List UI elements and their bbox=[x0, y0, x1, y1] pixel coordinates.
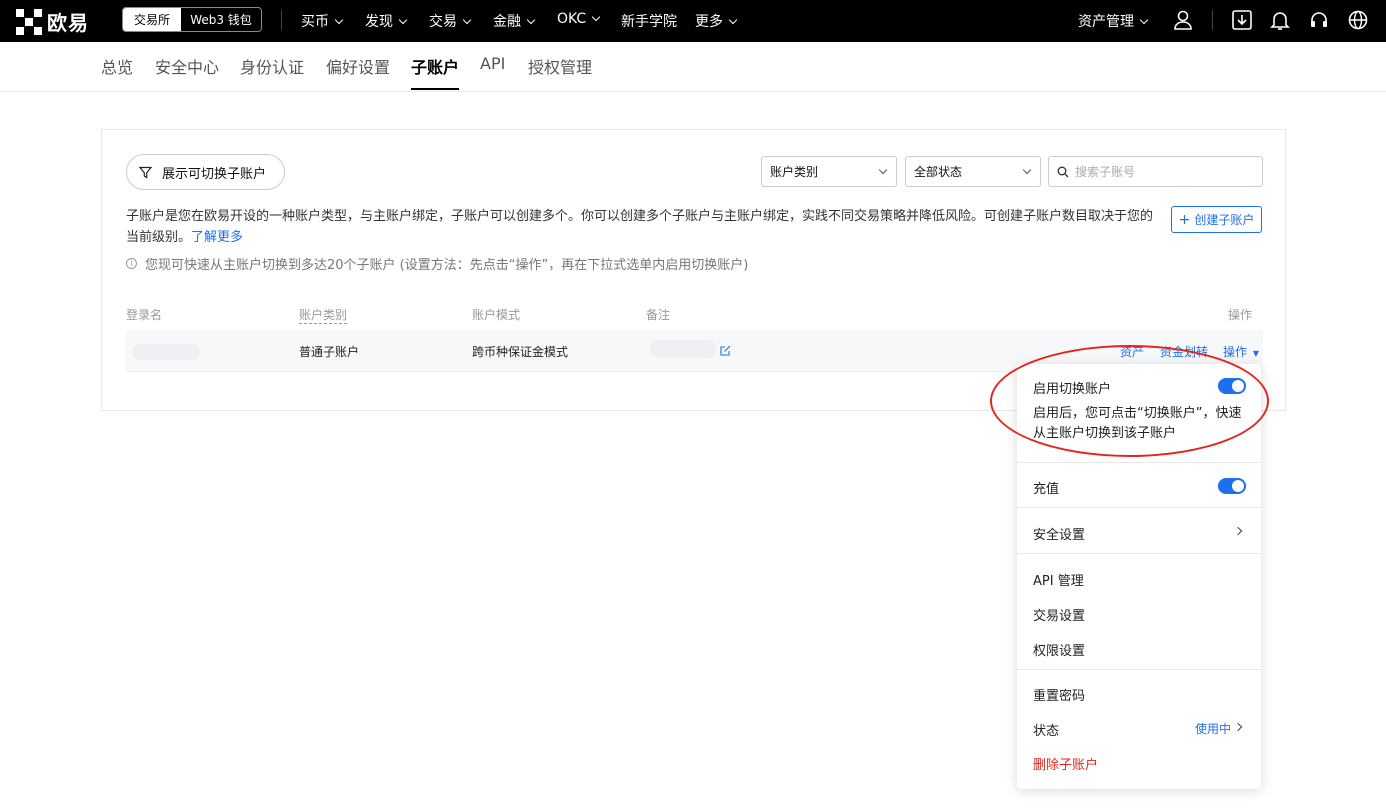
download-icon[interactable] bbox=[1231, 9, 1253, 31]
account-type-select[interactable]: 账户类别 bbox=[761, 156, 897, 187]
menu-separator bbox=[1017, 669, 1261, 670]
chevron-down-icon bbox=[1022, 165, 1032, 175]
info-icon: i bbox=[126, 258, 137, 269]
search-input[interactable] bbox=[1075, 164, 1255, 179]
exchange-switch-button[interactable]: 交易所 bbox=[123, 8, 181, 31]
nav-item-more[interactable]: 更多 bbox=[695, 11, 738, 31]
actions-menu-trigger[interactable]: 操作 ▼ bbox=[1223, 343, 1259, 360]
redacted-note bbox=[650, 340, 716, 358]
top-nav: 欧易 交易所 Web3 钱包 买币 发现 交易 金融 OKC 新手学院 更多 资… bbox=[0, 0, 1386, 42]
filter-label: 展示可切换子账户 bbox=[162, 166, 267, 182]
filter-icon bbox=[139, 166, 152, 179]
header-login-name: 登录名 bbox=[126, 308, 163, 322]
account-type-value: 账户类别 bbox=[770, 165, 819, 179]
tab-identity[interactable]: 身份认证 bbox=[240, 54, 304, 90]
search-icon bbox=[1057, 166, 1069, 177]
chevron-down-icon bbox=[462, 15, 472, 25]
chevron-down-icon bbox=[334, 15, 344, 25]
nav-item-finance[interactable]: 金融 bbox=[493, 11, 536, 31]
tip-text: 您现可快速从主账户切换到多达20个子账户 (设置方法：先点击“操作”，再在下拉式… bbox=[145, 258, 749, 273]
switch-tip: i 您现可快速从主账户切换到多达20个子账户 (设置方法：先点击“操作”，再在下… bbox=[126, 254, 748, 273]
nav-item-academy[interactable]: 新手学院 bbox=[621, 11, 677, 31]
mode-switcher: 交易所 Web3 钱包 bbox=[122, 7, 262, 32]
description: 子账户是您在欧易开设的一种账户类型，与主账户绑定，子账户可以创建多个。你可以创建… bbox=[126, 206, 1156, 248]
chevron-right-icon bbox=[1233, 526, 1243, 536]
chevron-down-icon bbox=[728, 15, 738, 25]
show-switchable-button[interactable]: 展示可切换子账户 bbox=[126, 154, 285, 190]
chevron-down-icon bbox=[878, 165, 888, 175]
plus-icon: + bbox=[1178, 211, 1191, 228]
status-value[interactable]: 使用中 bbox=[1195, 720, 1231, 737]
menu-item-reset-password[interactable]: 重置密码 bbox=[1033, 685, 1085, 704]
enable-switch-toggle[interactable] bbox=[1218, 378, 1246, 394]
tab-overview[interactable]: 总览 bbox=[101, 54, 133, 90]
header-note: 备注 bbox=[646, 308, 671, 322]
enable-switch-title: 启用切换账户 bbox=[1033, 382, 1112, 397]
user-icon[interactable] bbox=[1172, 9, 1194, 31]
learn-more-link[interactable]: 了解更多 bbox=[191, 230, 243, 245]
chevron-right-icon bbox=[1233, 722, 1243, 732]
chevron-down-icon bbox=[1139, 15, 1149, 25]
menu-item-status[interactable]: 状态 bbox=[1033, 720, 1059, 739]
globe-icon[interactable] bbox=[1347, 9, 1369, 31]
menu-separator bbox=[1017, 507, 1261, 508]
tab-authorization[interactable]: 授权管理 bbox=[528, 54, 592, 90]
actions-label: 操作 bbox=[1223, 345, 1248, 359]
cell-account-type: 普通子账户 bbox=[299, 345, 360, 359]
web3-wallet-switch-button[interactable]: Web3 钱包 bbox=[181, 8, 261, 31]
caret-down-icon: ▼ bbox=[1252, 349, 1259, 358]
nav-item-discover[interactable]: 发现 bbox=[365, 11, 408, 31]
assets-menu[interactable]: 资产管理 bbox=[1078, 11, 1149, 31]
tab-subaccounts[interactable]: 子账户 bbox=[411, 54, 460, 90]
description-text: 子账户是您在欧易开设的一种账户类型，与主账户绑定，子账户可以创建多个。你可以创建… bbox=[126, 209, 1154, 245]
transfer-link[interactable]: 资金划转 bbox=[1160, 343, 1208, 360]
enable-switch-desc: 启用后，您可点击“切换账户”，快速从主账户切换到该子账户 bbox=[1033, 406, 1242, 441]
actions-dropdown: 启用切换账户 启用后，您可点击“切换账户”，快速从主账户切换到该子账户 充值 安… bbox=[1017, 364, 1261, 789]
status-value: 全部状态 bbox=[914, 165, 963, 179]
nav-item-buy[interactable]: 买币 bbox=[301, 11, 344, 31]
header-account-type: 账户类别 bbox=[299, 308, 348, 324]
status-select[interactable]: 全部状态 bbox=[905, 156, 1041, 187]
menu-item-delete-subaccount[interactable]: 删除子账户 bbox=[1033, 754, 1098, 773]
cell-account-mode: 跨币种保证金模式 bbox=[472, 345, 569, 359]
menu-item-api[interactable]: API 管理 bbox=[1033, 570, 1084, 589]
nav-item-trade[interactable]: 交易 bbox=[429, 11, 472, 31]
menu-separator bbox=[1017, 553, 1261, 554]
account-subnav: 总览 安全中心 身份认证 偏好设置 子账户 API 授权管理 bbox=[0, 42, 1386, 92]
tab-api[interactable]: API bbox=[480, 54, 505, 90]
chevron-down-icon bbox=[526, 15, 536, 25]
okx-logo-icon bbox=[16, 8, 42, 35]
tab-security-center[interactable]: 安全中心 bbox=[155, 54, 219, 90]
header-account-mode: 账户模式 bbox=[472, 308, 521, 322]
chevron-down-icon bbox=[398, 15, 408, 25]
menu-item-permissions[interactable]: 权限设置 bbox=[1033, 640, 1085, 659]
header-actions: 操作 bbox=[1228, 308, 1253, 322]
create-button-label: 创建子账户 bbox=[1194, 213, 1255, 227]
bell-icon[interactable] bbox=[1269, 9, 1291, 31]
logo[interactable]: 欧易 bbox=[16, 7, 89, 36]
nav-divider bbox=[281, 10, 282, 30]
deposit-label: 充值 bbox=[1033, 482, 1060, 497]
headset-icon[interactable] bbox=[1308, 9, 1330, 31]
create-subaccount-button[interactable]: + 创建子账户 bbox=[1171, 206, 1262, 233]
tab-preferences[interactable]: 偏好设置 bbox=[326, 54, 390, 90]
search-box bbox=[1048, 156, 1263, 187]
nav-item-okc[interactable]: OKC bbox=[557, 11, 601, 27]
assets-link[interactable]: 资产 bbox=[1120, 343, 1144, 360]
menu-item-trade-settings[interactable]: 交易设置 bbox=[1033, 605, 1085, 624]
logo-text: 欧易 bbox=[47, 11, 89, 35]
menu-separator bbox=[1017, 462, 1261, 463]
edit-icon[interactable] bbox=[720, 345, 731, 356]
chevron-down-icon bbox=[591, 12, 601, 22]
redacted-login-name bbox=[132, 344, 200, 360]
menu-item-security-settings[interactable]: 安全设置 bbox=[1033, 524, 1085, 543]
deposit-toggle[interactable] bbox=[1218, 478, 1246, 494]
nav-divider bbox=[1212, 10, 1213, 30]
